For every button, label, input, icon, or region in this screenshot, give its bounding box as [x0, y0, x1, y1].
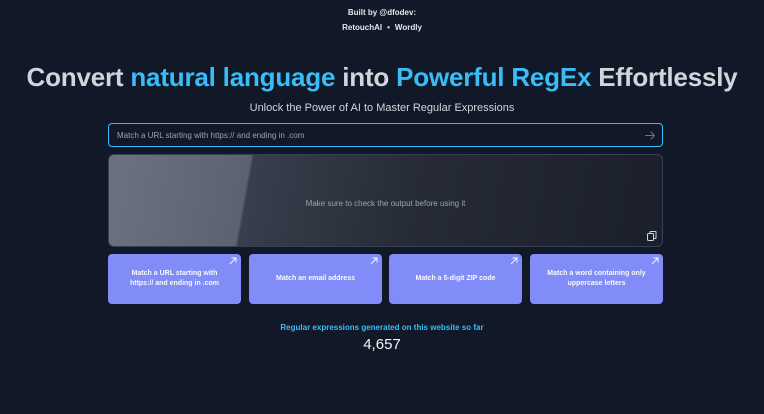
example-card-email[interactable]: Match an email address [249, 254, 382, 304]
counter-label: Regular expressions generated on this we… [280, 323, 484, 332]
page-title: Convert natural language into Powerful R… [0, 62, 764, 93]
title-part-1: Convert [26, 62, 131, 92]
title-part-5: Effortlessly [591, 62, 738, 92]
arrow-up-right-icon [229, 257, 237, 265]
example-prompts: Match a URL starting with https:// and e… [108, 254, 663, 304]
link-separator: • [387, 23, 390, 32]
credit-links: RetouchAI • Wordly [0, 23, 764, 33]
retouchai-link[interactable]: RetouchAI [342, 23, 382, 32]
page-subtitle: Unlock the Power of AI to Master Regular… [249, 102, 515, 114]
prompt-form [108, 123, 663, 147]
example-card-label: Match a word containing only uppercase l… [547, 270, 646, 287]
example-card-uppercase[interactable]: Match a word containing only uppercase l… [530, 254, 663, 304]
copy-icon [647, 231, 657, 241]
title-accent-natural-language: natural language [130, 62, 336, 92]
arrow-up-right-icon [651, 257, 659, 265]
built-by-text: Built by @dfodev: [347, 8, 417, 17]
example-card-zip[interactable]: Match a 5-digit ZIP code [389, 254, 522, 304]
prompt-input[interactable] [109, 124, 638, 146]
wordly-link[interactable]: Wordly [395, 23, 422, 32]
submit-button[interactable] [638, 124, 662, 146]
regex-output-panel: Make sure to check the output before usi… [108, 154, 663, 247]
output-placeholder: Make sure to check the output before usi… [305, 199, 466, 208]
arrow-up-right-icon [370, 257, 378, 265]
arrow-up-right-icon [510, 257, 518, 265]
title-part-3: into [335, 62, 397, 92]
example-card-label: Match an email address [276, 275, 355, 282]
arrow-right-icon [644, 131, 655, 139]
top-credits: Built by @dfodev: RetouchAI • Wordly [0, 8, 764, 33]
example-card-label: Match a URL starting with https:// and e… [129, 270, 220, 287]
copy-button[interactable] [646, 230, 658, 242]
example-card-label: Match a 5-digit ZIP code [415, 275, 496, 282]
page: Built by @dfodev: RetouchAI • Wordly Conve… [0, 0, 764, 414]
example-card-url[interactable]: Match a URL starting with https:// and e… [108, 254, 241, 304]
counter-value: 4,657 [363, 336, 401, 353]
title-accent-powerful-regex: Powerful RegEx [396, 62, 592, 92]
